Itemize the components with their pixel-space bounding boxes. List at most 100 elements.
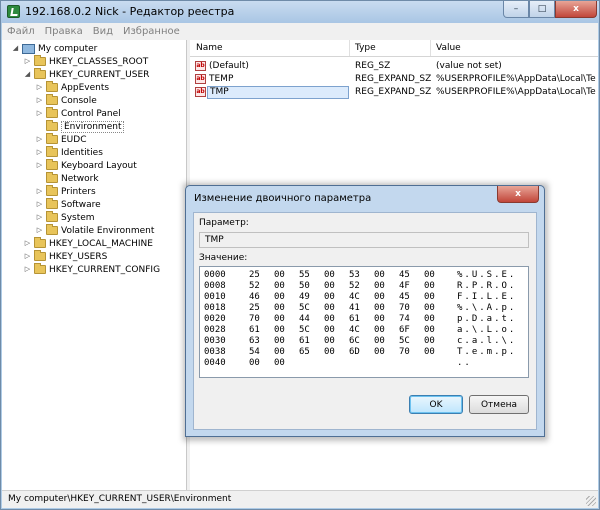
hex-byte[interactable]: 00 xyxy=(424,270,435,281)
hex-byte[interactable]: 70 xyxy=(249,314,260,325)
hex-byte[interactable]: 6F xyxy=(399,325,410,336)
column-divider[interactable] xyxy=(430,40,431,56)
hex-byte[interactable]: 00 xyxy=(374,281,385,292)
hex-byte[interactable]: 45 xyxy=(399,270,410,281)
expand-icon[interactable]: ▷ xyxy=(36,84,43,91)
tree-node-appevents[interactable]: ▷ AppEvents xyxy=(36,81,109,94)
cancel-button[interactable]: Отмена xyxy=(469,395,529,414)
hex-byte[interactable]: 61 xyxy=(349,314,360,325)
tree-node-console[interactable]: ▷ Console xyxy=(36,94,97,107)
maximize-button[interactable]: □ xyxy=(529,1,555,18)
menu-view[interactable]: Вид xyxy=(88,26,118,37)
tree-node-identities[interactable]: ▷ Identities xyxy=(36,146,103,159)
tree-node-my-computer[interactable]: ◢ My computer xyxy=(12,42,97,55)
hex-byte[interactable]: 00 xyxy=(424,281,435,292)
hex-byte[interactable]: 00 xyxy=(324,270,335,281)
tree-node-system[interactable]: ▷ System xyxy=(36,211,95,224)
hex-byte[interactable]: 00 xyxy=(374,325,385,336)
hex-byte[interactable]: 4C xyxy=(349,325,360,336)
hex-byte[interactable]: 6D xyxy=(349,347,360,358)
hex-byte[interactable]: 00 xyxy=(324,303,335,314)
tree-node-control-panel[interactable]: ▷ Control Panel xyxy=(36,107,121,120)
hex-byte[interactable]: 00 xyxy=(274,358,285,369)
hex-byte[interactable]: 00 xyxy=(324,281,335,292)
expand-icon[interactable]: ▷ xyxy=(36,214,43,221)
hex-byte[interactable]: 00 xyxy=(374,270,385,281)
hex-byte[interactable]: 25 xyxy=(249,270,260,281)
hex-editor[interactable]: 0000 25 00 55 00 53 00 45 00 %.U.S.E. 0008 52 00 50 00… xyxy=(199,266,529,378)
tree-node-printers[interactable]: ▷ Printers xyxy=(36,185,96,198)
registry-tree[interactable]: ◢ My computer ▷ HKEY_CLASSES_ROOT ◢ HKEY… xyxy=(2,40,187,490)
tree-node-eudc[interactable]: ▷ EUDC xyxy=(36,133,87,146)
tree-node-hklm[interactable]: ▷ HKEY_LOCAL_MACHINE xyxy=(24,237,153,250)
expand-icon[interactable]: ▷ xyxy=(36,201,43,208)
hex-byte[interactable]: 00 xyxy=(324,292,335,303)
hex-byte[interactable]: 70 xyxy=(399,303,410,314)
expand-icon[interactable]: ▷ xyxy=(36,136,43,143)
hex-byte[interactable]: 00 xyxy=(424,292,435,303)
hex-byte[interactable]: 00 xyxy=(324,314,335,325)
hex-byte[interactable]: 00 xyxy=(274,347,285,358)
hex-byte[interactable]: 00 xyxy=(249,358,260,369)
hex-byte[interactable]: 00 xyxy=(324,325,335,336)
hex-byte[interactable]: 00 xyxy=(424,314,435,325)
hex-byte[interactable]: 52 xyxy=(249,281,260,292)
hex-byte[interactable]: 55 xyxy=(299,270,310,281)
hex-byte[interactable]: 6C xyxy=(349,336,360,347)
expand-icon[interactable]: ▷ xyxy=(36,162,43,169)
hex-byte[interactable]: 00 xyxy=(274,292,285,303)
hex-byte[interactable]: 46 xyxy=(249,292,260,303)
column-header-name[interactable]: Name xyxy=(196,43,223,53)
hex-byte[interactable]: 65 xyxy=(299,347,310,358)
hex-byte[interactable]: 5C xyxy=(299,325,310,336)
hex-byte[interactable]: 41 xyxy=(349,303,360,314)
hex-byte[interactable]: 44 xyxy=(299,314,310,325)
hex-byte[interactable]: 00 xyxy=(324,336,335,347)
hex-byte[interactable]: 00 xyxy=(374,303,385,314)
column-divider[interactable] xyxy=(349,40,350,56)
expand-icon[interactable]: ▷ xyxy=(24,240,31,247)
expand-icon[interactable]: ▷ xyxy=(36,110,43,117)
hex-byte[interactable]: 52 xyxy=(349,281,360,292)
column-header-value[interactable]: Value xyxy=(436,43,461,53)
hex-byte[interactable]: 4C xyxy=(349,292,360,303)
hex-byte[interactable]: 00 xyxy=(274,281,285,292)
hex-byte[interactable]: 00 xyxy=(274,336,285,347)
menu-edit[interactable]: Правка xyxy=(40,26,88,37)
collapse-icon[interactable]: ◢ xyxy=(24,71,31,78)
hex-byte[interactable]: 5C xyxy=(399,336,410,347)
list-row-tmp[interactable]: ab TMP REG_EXPAND_SZ %USERPROFILE%\AppDa… xyxy=(190,86,598,99)
hex-byte[interactable]: 00 xyxy=(274,325,285,336)
hex-byte[interactable]: 00 xyxy=(424,303,435,314)
hex-byte[interactable]: 45 xyxy=(399,292,410,303)
hex-byte[interactable]: 00 xyxy=(424,347,435,358)
close-button[interactable]: x xyxy=(555,1,597,18)
hex-byte[interactable]: 70 xyxy=(399,347,410,358)
tree-node-hkcc[interactable]: ▷ HKEY_CURRENT_CONFIG xyxy=(24,263,160,276)
collapse-icon[interactable]: ◢ xyxy=(12,45,19,52)
list-row-default[interactable]: ab (Default) REG_SZ (value not set) xyxy=(190,60,598,73)
tree-node-hku[interactable]: ▷ HKEY_USERS xyxy=(24,250,107,263)
hex-byte[interactable]: 61 xyxy=(299,336,310,347)
hex-byte[interactable]: 00 xyxy=(424,325,435,336)
tree-node-environment[interactable]: Environment xyxy=(36,120,125,133)
hex-byte[interactable]: 50 xyxy=(299,281,310,292)
hex-byte[interactable]: 00 xyxy=(374,292,385,303)
expand-icon[interactable]: ▷ xyxy=(36,149,43,156)
expand-icon[interactable]: ▷ xyxy=(24,253,31,260)
hex-byte[interactable]: 49 xyxy=(299,292,310,303)
expand-icon[interactable]: ▷ xyxy=(36,227,43,234)
hex-byte[interactable]: 00 xyxy=(274,314,285,325)
hex-byte[interactable]: 00 xyxy=(424,336,435,347)
hex-byte[interactable]: 74 xyxy=(399,314,410,325)
list-row-temp[interactable]: ab TEMP REG_EXPAND_SZ %USERPROFILE%\AppD… xyxy=(190,73,598,86)
hex-byte[interactable]: 00 xyxy=(274,270,285,281)
hex-byte[interactable]: 61 xyxy=(249,325,260,336)
hex-byte[interactable]: 00 xyxy=(374,336,385,347)
expand-icon[interactable]: ▷ xyxy=(36,188,43,195)
minimize-button[interactable]: – xyxy=(503,1,529,18)
hex-byte[interactable]: 5C xyxy=(299,303,310,314)
hex-byte[interactable]: 00 xyxy=(374,314,385,325)
resize-grip-icon[interactable] xyxy=(586,496,596,506)
hex-byte[interactable]: 53 xyxy=(349,270,360,281)
